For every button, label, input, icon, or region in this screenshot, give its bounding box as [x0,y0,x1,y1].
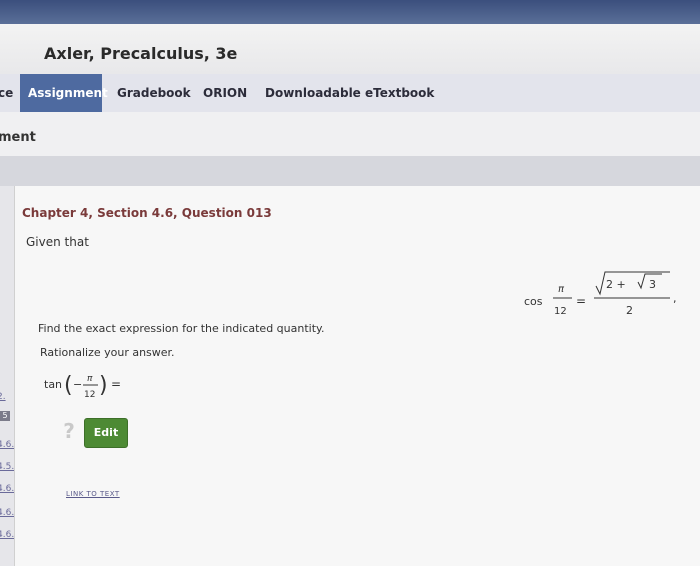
course-header: Axler, Precalculus, 3e [0,24,700,74]
given-rad-outer: 2 + [606,278,626,291]
main-tabs: ce Assignment Gradebook ORION Downloadab… [0,74,700,113]
given-rad-inner: 3 [649,278,656,291]
answer-den: 12 [84,390,95,400]
svg-text:=: = [576,294,586,308]
sidebar-link[interactable]: 4.5. [0,462,14,472]
sidebar-link[interactable]: 4.6. [0,530,14,540]
given-func: cos [524,295,543,308]
tab-orion[interactable]: ORION [203,74,247,112]
tab-assignment[interactable]: Assignment [20,74,108,112]
given-res-den: 2 [626,304,633,317]
instruction-text: Find the exact expression for the indica… [38,322,325,335]
svg-text:): ) [99,373,108,398]
given-num: π [558,284,565,295]
sidebar-link[interactable]: 4.6. [0,508,14,518]
tab-partial[interactable]: ce [0,74,20,112]
link-to-text[interactable]: LINK TO TEXT [66,490,120,498]
answer-num: π [87,374,93,384]
tab-etextbook[interactable]: Downloadable eTextbook [265,74,434,112]
svg-text:,: , [673,292,677,305]
subheader-label: ment [0,130,36,145]
browser-top-bar [0,0,700,24]
tab-gradebook[interactable]: Gradebook [117,74,191,112]
svg-text:(: ( [64,373,73,398]
help-icon[interactable]: ? [58,420,80,442]
answer-equals: = [111,377,121,391]
answer-func: tan [44,378,62,391]
sub-header: ment [0,112,700,157]
given-den: 12 [554,306,567,317]
gray-band [0,156,700,186]
given-equation: cos π 12 = 2 + 3 2 , [524,271,677,317]
instruction-rationalize: Rationalize your answer. [40,346,175,359]
sidebar-badge: 5 [0,411,10,421]
question-title: Chapter 4, Section 4.6, Question 013 [22,206,272,220]
question-intro: Given that [26,235,89,249]
course-title: Axler, Precalculus, 3e [44,44,238,63]
answer-sign: − [73,378,82,391]
sidebar-link[interactable]: 4.6. [0,484,14,494]
edit-button[interactable]: Edit [84,418,128,448]
answer-expression: tan ( − π 12 ) = [44,373,121,400]
sidebar-link[interactable]: 2. [0,392,6,402]
sidebar-link[interactable]: 4.6. [0,440,14,450]
